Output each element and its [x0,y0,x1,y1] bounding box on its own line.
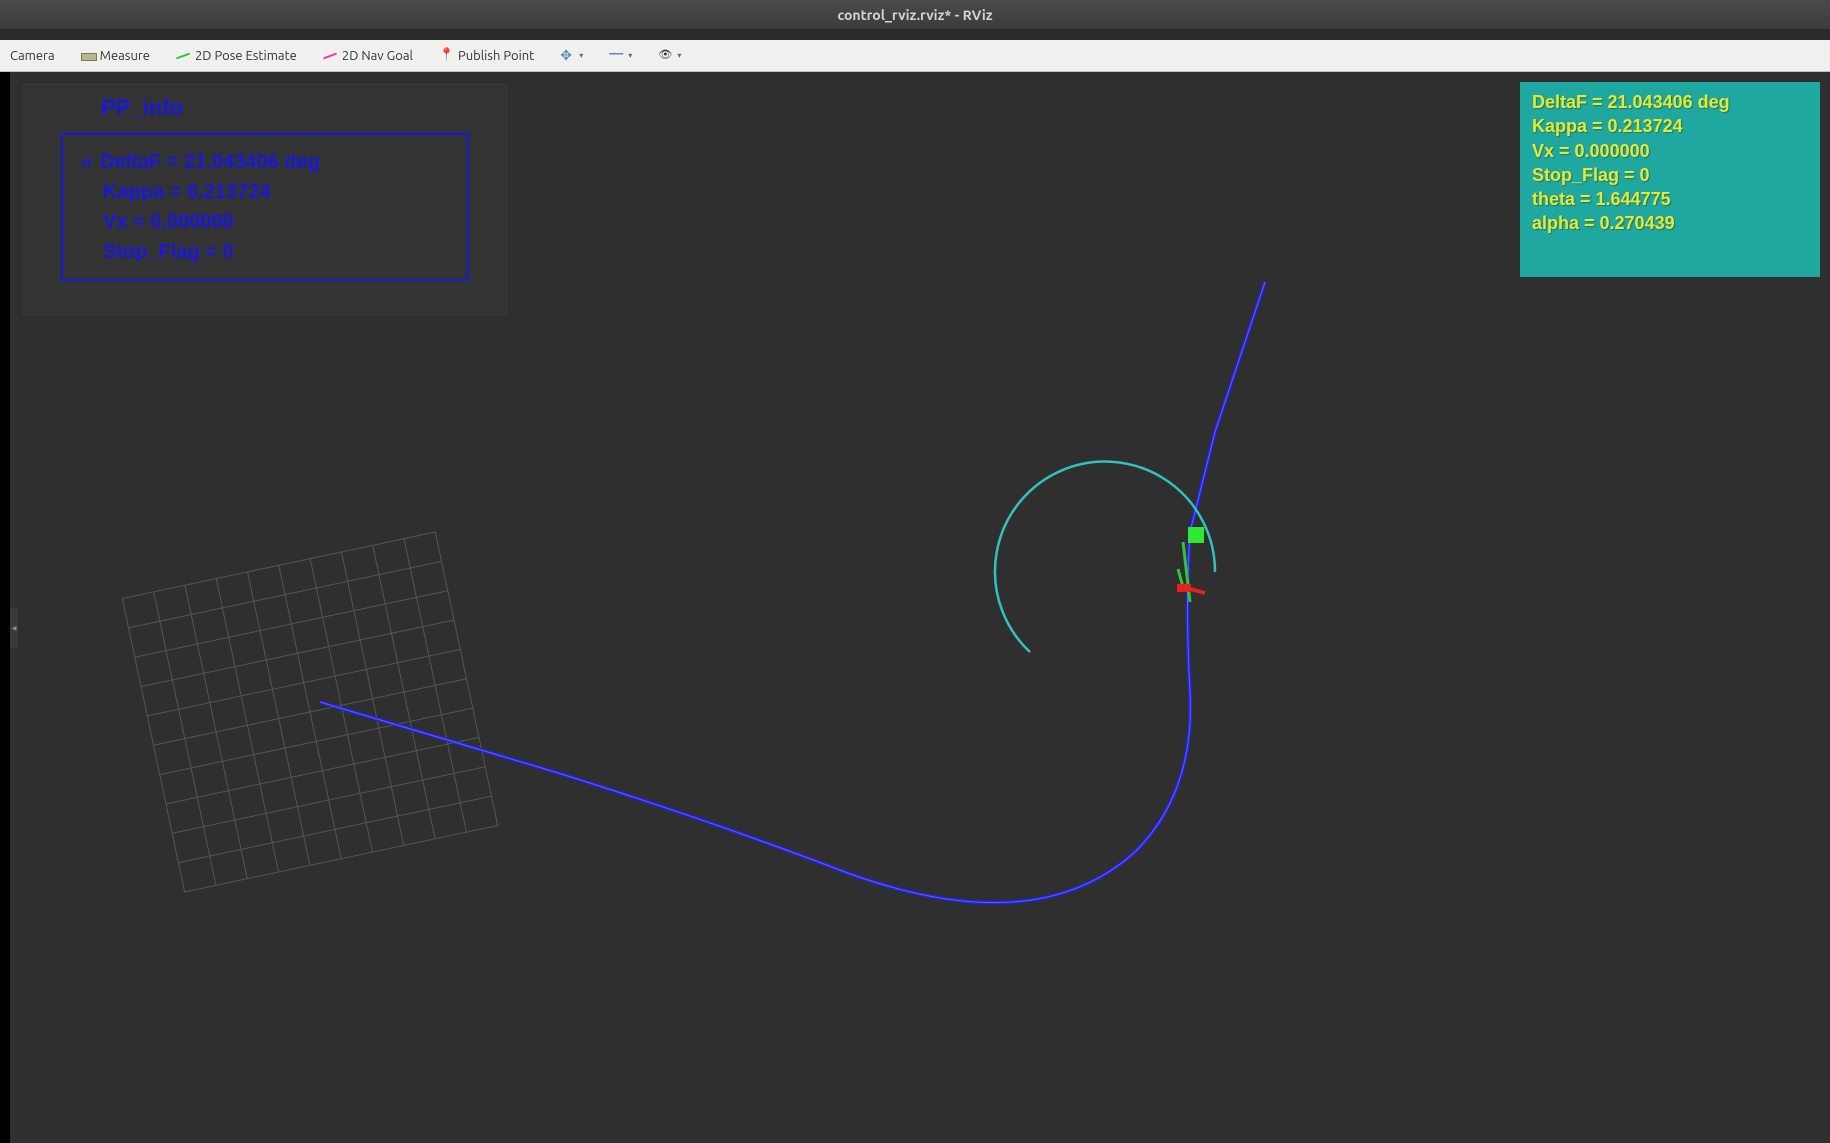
dropdown-arrow-icon: ▾ [628,51,632,60]
nav-goal-tool[interactable]: 2D Nav Goal [317,46,419,66]
focus-icon [609,49,623,63]
overlay-alpha: alpha = 0.270439 [1532,211,1808,235]
camera-tool[interactable]: Camera [4,46,61,66]
overlay-deltaf: DeltaF = 21.043406 deg [1532,90,1808,114]
pp-info-panel: PP_info »DeltaF = 21.043406 deg Kappa = … [20,82,510,317]
pp-info-box: »DeltaF = 21.043406 deg Kappa = 0.213724… [61,133,469,281]
main-toolbar: Camera Measure 2D Pose Estimate 2D Nav G… [0,40,1830,72]
pp-info-title: PP_info [101,95,469,121]
info-line-kappa: Kappa = 0.213724 [103,177,449,207]
pose-estimate-tool[interactable]: 2D Pose Estimate [170,46,303,66]
robot-marker [1177,584,1191,592]
nav-arrow-icon [323,49,337,63]
window-title: control_rviz.rviz* - RViz [837,7,992,23]
lookahead-arc [995,462,1215,652]
spacer-bar [0,30,1830,40]
info-line-deltaf: »DeltaF = 21.043406 deg [81,147,449,177]
measure-label: Measure [100,49,150,63]
overlay-stopflag: Stop_Flag = 0 [1532,163,1808,187]
telemetry-overlay: DeltaF = 21.043406 deg Kappa = 0.213724 … [1520,82,1820,277]
publish-point-tool[interactable]: Publish Point [433,46,540,66]
dropdown-arrow-icon: ▾ [579,51,583,60]
overlay-vx: Vx = 0.000000 [1532,139,1808,163]
camera-label: Camera [10,49,55,63]
lookahead-point-marker [1188,527,1204,543]
window-title-bar: control_rviz.rviz* - RViz [0,0,1830,30]
info-line-stopflag: Stop_Flag = 0 [103,237,449,267]
move-tool[interactable]: ▾ [554,46,589,66]
pose-arrow-icon [176,49,190,63]
rviz-viewport[interactable]: PP_info »DeltaF = 21.043406 deg Kappa = … [10,72,1830,1143]
pin-icon [439,49,453,63]
move-icon [560,49,574,63]
nav-goal-label: 2D Nav Goal [342,49,413,63]
eye-icon [658,49,672,63]
measure-tool[interactable]: Measure [75,46,156,66]
info-line-vx: Vx = 0.000000 [103,207,449,237]
overlay-theta: theta = 1.644775 [1532,187,1808,211]
dropdown-arrow-icon: ▾ [677,51,681,60]
publish-point-label: Publish Point [458,49,534,63]
measure-icon [81,49,95,63]
view-tool[interactable]: ▾ [652,46,687,66]
pose-estimate-label: 2D Pose Estimate [195,49,297,63]
panel-collapse-handle[interactable]: ◂ [10,608,18,648]
overlay-kappa: Kappa = 0.213724 [1532,114,1808,138]
ground-grid [122,532,497,892]
focus-tool[interactable]: ▾ [603,46,638,66]
